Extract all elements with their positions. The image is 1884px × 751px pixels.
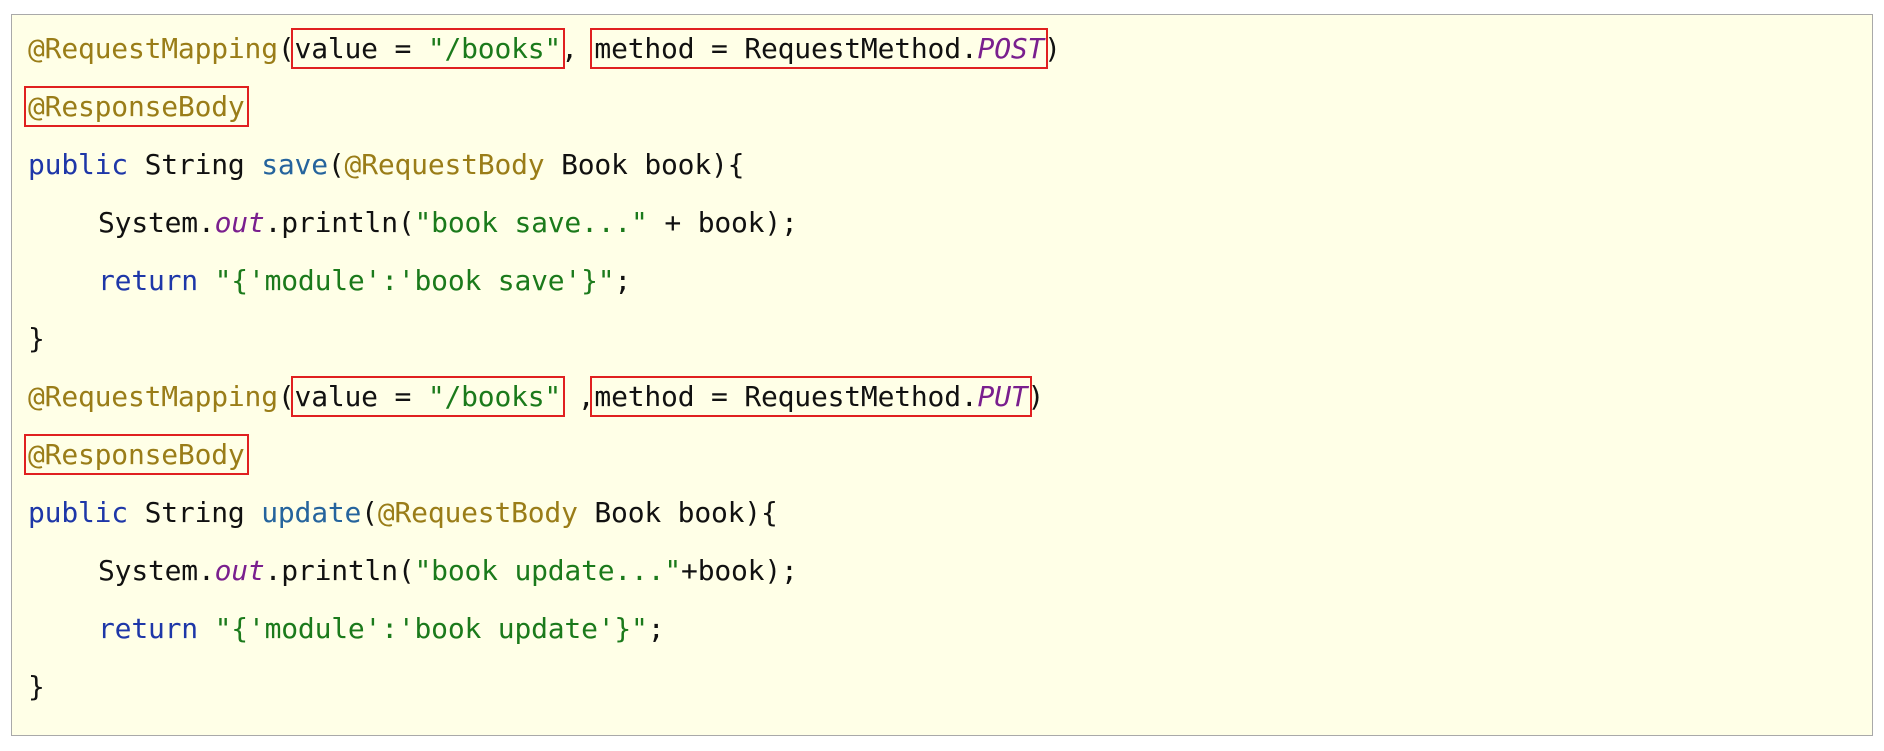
out-field: out (214, 206, 265, 239)
system-object: System. (98, 554, 215, 587)
return-keyword: return (98, 264, 198, 297)
value-highlight-box: value = "/books" (290, 28, 566, 69)
value-key: value = (294, 32, 428, 65)
value-literal: "/books" (427, 32, 562, 65)
print-literal: "book update..." (414, 554, 682, 587)
print-rest: +book); (681, 554, 798, 587)
code-line-7: @RequestMapping(value = "/books" ,method… (28, 376, 1045, 417)
method-highlight-box: method = RequestMethod.PUT (590, 376, 1032, 417)
code-line-2: @ResponseBody (24, 86, 249, 127)
return-type: String (127, 496, 262, 529)
request-mapping-annotation: @RequestMapping (28, 32, 278, 65)
close-paren: ) (1044, 32, 1061, 65)
println-call: .println( (264, 554, 415, 587)
response-body-annotation: @ResponseBody (24, 434, 249, 475)
method-const: POST (977, 32, 1045, 65)
code-line-3: public String save(@RequestBody Book boo… (28, 145, 745, 185)
return-keyword: return (98, 612, 198, 645)
close-brace: } (28, 670, 45, 703)
value-highlight-box: value = "/books" (290, 376, 566, 417)
print-rest: + book); (647, 206, 798, 239)
method-const: PUT (977, 380, 1028, 413)
request-body-annotation: @RequestBody (377, 496, 578, 529)
system-object: System. (98, 206, 215, 239)
code-line-1: @RequestMapping(value = "/books", method… (28, 28, 1061, 69)
request-mapping-annotation: @RequestMapping (28, 380, 278, 413)
open-paren: ( (277, 32, 295, 65)
open-paren: ( (277, 380, 295, 413)
print-literal: "book save..." (414, 206, 648, 239)
param-open-paren: ( (361, 496, 378, 529)
return-literal: "{'module':'book update'}" (214, 612, 648, 645)
param-rest: Book book){ (577, 496, 778, 529)
param-rest: Book book){ (544, 148, 745, 181)
return-type: String (127, 148, 262, 181)
return-end: ; (647, 612, 665, 645)
public-keyword: public (28, 148, 128, 181)
close-paren: ) (1027, 380, 1045, 413)
code-line-4: System.out.println("book save..." + book… (28, 203, 798, 243)
return-space (198, 264, 215, 297)
code-line-9: public String update(@RequestBody Book b… (28, 493, 778, 533)
value-key: value = (294, 380, 428, 413)
return-space (198, 612, 215, 645)
code-line-8: @ResponseBody (24, 434, 249, 475)
response-body-annotation: @ResponseBody (24, 86, 249, 127)
code-panel: @RequestMapping(value = "/books", method… (11, 14, 1873, 736)
method-key: method = RequestMethod. (594, 380, 978, 413)
public-keyword: public (28, 496, 128, 529)
out-field: out (214, 554, 265, 587)
close-brace: } (28, 322, 45, 355)
method-name: update (261, 496, 362, 529)
code-line-11: return "{'module':'book update'}"; (28, 609, 665, 649)
code-line-10: System.out.println("book update..."+book… (28, 551, 798, 591)
code-line-6: } (28, 319, 45, 359)
value-literal: "/books" (427, 380, 562, 413)
method-highlight-box: method = RequestMethod.POST (590, 28, 1049, 69)
return-literal: "{'module':'book save'}" (214, 264, 615, 297)
separator: , (561, 380, 595, 413)
return-end: ; (614, 264, 632, 297)
method-key: method = RequestMethod. (594, 32, 978, 65)
println-call: .println( (264, 206, 415, 239)
method-name: save (261, 148, 328, 181)
separator: , (561, 32, 595, 65)
code-line-12: } (28, 667, 45, 707)
code-line-5: return "{'module':'book save'}"; (28, 261, 631, 301)
request-body-annotation: @RequestBody (344, 148, 545, 181)
param-open-paren: ( (327, 148, 345, 181)
